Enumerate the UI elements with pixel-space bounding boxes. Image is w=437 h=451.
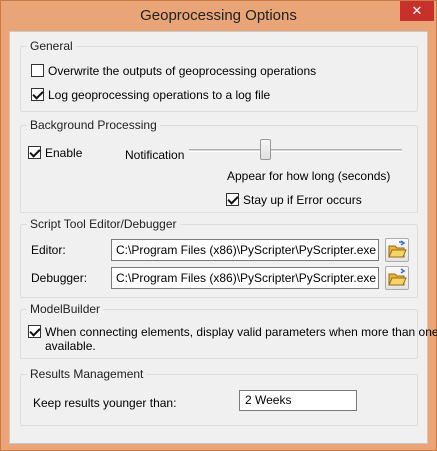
close-button[interactable]: ✕: [400, 1, 434, 21]
overwrite-label: Overwrite the outputs of geoprocessing o…: [48, 64, 317, 78]
debugger-path-field[interactable]: C:\Program Files (x86)\PyScripter\PyScri…: [111, 267, 379, 289]
keep-results-select[interactable]: 2 Weeks: [239, 390, 357, 411]
enable-checkbox[interactable]: [28, 146, 41, 159]
slider-caption: Appear for how long (seconds): [227, 169, 391, 183]
log-checkbox[interactable]: [31, 88, 44, 101]
notification-label: Notification: [125, 148, 185, 162]
general-group: General Overwrite the outputs of geoproc…: [20, 39, 418, 112]
notification-slider-thumb[interactable]: [259, 139, 271, 160]
results-management-group: Results Management Keep results younger …: [20, 367, 418, 426]
debugger-browse-button[interactable]: [385, 266, 409, 290]
background-legend: Background Processing: [27, 118, 160, 132]
notification-slider-track[interactable]: [189, 149, 402, 152]
open-folder-icon: [388, 268, 407, 286]
editor-label: Editor:: [31, 243, 66, 257]
valid-parameters-checkbox[interactable]: [28, 325, 41, 338]
window-title: Geoprocessing Options: [140, 7, 297, 24]
valid-parameters-label-line2: available.: [45, 339, 96, 353]
debugger-label: Debugger:: [31, 271, 88, 285]
dialog-window: Geoprocessing Options ✕ General Overwrit…: [0, 0, 437, 451]
general-legend: General: [27, 39, 76, 53]
valid-parameters-label-line1: When connecting elements, display valid …: [45, 325, 437, 339]
log-label: Log geoprocessing operations to a log fi…: [48, 88, 271, 102]
script-tool-group: Script Tool Editor/Debugger Editor: C:\P…: [20, 217, 418, 298]
stay-up-label: Stay up if Error occurs: [243, 193, 362, 207]
editor-path-field[interactable]: C:\Program Files (x86)\PyScripter\PyScri…: [111, 239, 379, 261]
overwrite-checkbox[interactable]: [31, 64, 44, 77]
enable-label: Enable: [45, 146, 83, 160]
keep-results-value: 2 Weeks: [245, 393, 292, 407]
keep-results-label: Keep results younger than:: [33, 396, 177, 410]
dialog-body: General Overwrite the outputs of geoproc…: [9, 31, 437, 444]
modelbuilder-group: ModelBuilder When connecting elements, d…: [20, 302, 437, 359]
open-folder-icon: [388, 240, 407, 258]
close-icon: ✕: [411, 3, 423, 18]
stay-up-checkbox[interactable]: [226, 193, 239, 206]
script-tool-legend: Script Tool Editor/Debugger: [27, 217, 180, 231]
results-legend: Results Management: [27, 367, 147, 381]
editor-browse-button[interactable]: [385, 238, 409, 262]
background-processing-group: Background Processing Enable Notificatio…: [20, 118, 418, 213]
title-bar[interactable]: Geoprocessing Options ✕: [1, 1, 436, 31]
modelbuilder-legend: ModelBuilder: [27, 302, 104, 316]
